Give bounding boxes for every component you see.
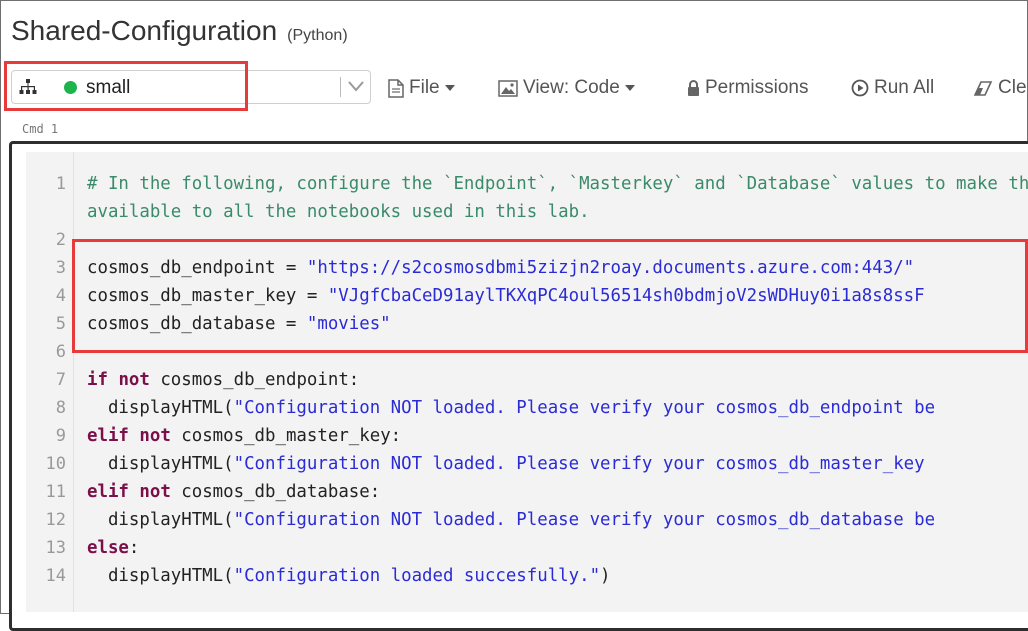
message-string: "Configuration NOT loaded. Please verify… — [233, 454, 925, 474]
line-number: 14 — [45, 566, 66, 586]
code-line-display: displayHTML("Configuration NOT loaded. P… — [87, 450, 925, 478]
line-number: 4 — [55, 286, 66, 306]
line-number: 1 — [55, 174, 66, 194]
code-line-else: else: — [87, 534, 139, 562]
keyword: not — [118, 370, 150, 390]
line-number: 7 — [55, 370, 66, 390]
line-number: 3 — [55, 258, 66, 278]
play-icon — [851, 79, 869, 97]
colon: : — [128, 538, 140, 558]
permissions-label: Permissions — [705, 77, 809, 98]
cmd-label: Cmd 1 — [22, 122, 59, 136]
image-icon — [498, 79, 518, 97]
run-all-button[interactable]: Run All — [851, 75, 934, 101]
clear-label: Cle — [998, 77, 1027, 98]
caret-down-icon — [444, 85, 455, 91]
condition: cosmos_db_endpoint: — [149, 370, 360, 390]
keyword: if — [87, 370, 108, 390]
call-prefix: displayHTML( — [87, 398, 234, 418]
view-menu-button[interactable]: View: Code — [498, 75, 635, 101]
line-number: 6 — [55, 342, 66, 362]
keyword: else — [87, 538, 129, 558]
code-line-display: displayHTML("Configuration NOT loaded. P… — [87, 394, 935, 422]
eraser-icon — [973, 80, 993, 97]
message-string: "Configuration loaded succesfully." — [233, 566, 601, 586]
line-number: 9 — [55, 426, 66, 446]
message-string: "Configuration NOT loaded. Please verify… — [233, 398, 936, 418]
permissions-button[interactable]: Permissions — [687, 75, 808, 101]
clear-button[interactable]: Cle — [973, 75, 1027, 101]
file-menu-label: File — [409, 77, 440, 98]
notebook-language: (Python) — [287, 27, 348, 44]
file-icon — [388, 78, 404, 98]
code-line-if: if not cosmos_db_endpoint: — [87, 366, 359, 394]
line-number: 5 — [55, 314, 66, 334]
call-prefix: displayHTML( — [87, 566, 234, 586]
notebook-header: Shared-Configuration (Python) — [11, 15, 348, 47]
code-line-display: displayHTML("Configuration loaded succes… — [87, 562, 611, 590]
keyword: elif — [87, 482, 129, 502]
keyword: elif — [87, 426, 129, 446]
code-line-elif: elif not cosmos_db_master_key: — [87, 422, 401, 450]
call-prefix: displayHTML( — [87, 510, 234, 530]
keyword: not — [139, 482, 171, 502]
divider — [340, 77, 341, 97]
line-number: 11 — [45, 482, 66, 502]
code-line-elif: elif not cosmos_db_database: — [87, 478, 380, 506]
file-menu-button[interactable]: File — [388, 75, 455, 101]
code-comment-line: # In the following, configure the `Endpo… — [87, 174, 1028, 194]
run-all-label: Run All — [874, 77, 935, 98]
view-menu-label: View: Code — [523, 77, 620, 98]
line-number: 2 — [55, 230, 66, 250]
lock-icon — [687, 79, 700, 97]
line-number: 12 — [45, 510, 66, 530]
code-comment-line: available to all the notebooks used in t… — [87, 202, 590, 222]
cluster-highlight-box — [4, 61, 248, 111]
notebook-title[interactable]: Shared-Configuration — [11, 15, 277, 47]
config-highlight-box — [72, 239, 1028, 353]
cluster-dropdown-toggle[interactable] — [337, 75, 367, 99]
line-number: 13 — [45, 538, 66, 558]
condition: cosmos_db_master_key: — [170, 426, 402, 446]
call-prefix: displayHTML( — [87, 454, 234, 474]
caret-down-icon — [624, 85, 635, 91]
keyword: not — [139, 426, 171, 446]
call-suffix: ) — [600, 566, 611, 586]
condition: cosmos_db_database: — [170, 482, 381, 502]
chevron-down-icon — [348, 81, 364, 92]
line-number: 10 — [45, 454, 66, 474]
line-number: 8 — [55, 398, 66, 418]
code-line-display: displayHTML("Configuration NOT loaded. P… — [87, 506, 935, 534]
message-string: "Configuration NOT loaded. Please verify… — [233, 510, 936, 530]
